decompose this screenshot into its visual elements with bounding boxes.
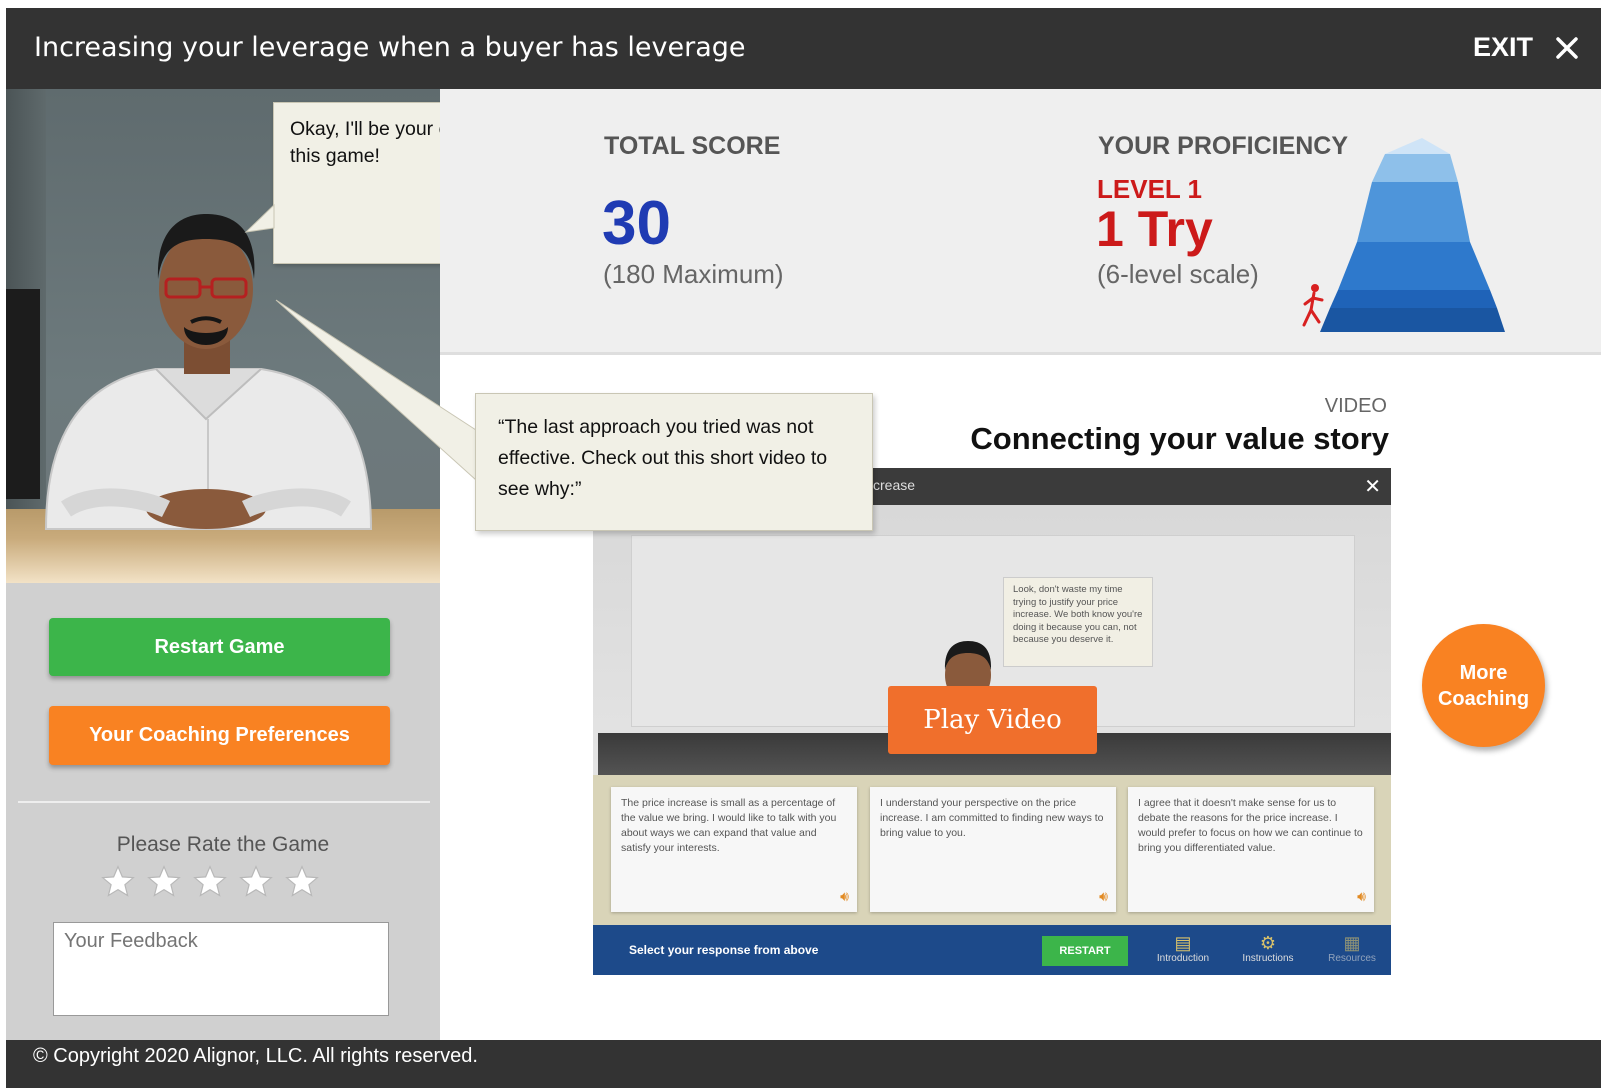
video-player: crease ✕ Look, don't waste my time tryin… — [593, 468, 1391, 975]
game-title: Increasing your leverage when a buyer ha… — [34, 32, 746, 63]
more-coaching-line1: More — [1459, 661, 1508, 684]
buyer-speech: Look, don't waste my time trying to just… — [1003, 577, 1153, 667]
score-maximum: (180 Maximum) — [603, 259, 784, 289]
response-choice-3[interactable]: I agree that it doesn't make sense for u… — [1128, 787, 1374, 912]
coach-speech-feedback: “The last approach you tried was not eff… — [475, 393, 873, 531]
video-close-icon[interactable]: ✕ — [1364, 474, 1381, 499]
score-panel-border — [440, 352, 1601, 355]
proficiency-mountain-icon — [1302, 138, 1505, 332]
tries-count: 1 Try — [1096, 201, 1213, 257]
star-icon[interactable] — [284, 864, 320, 900]
exit-label: EXIT — [1472, 32, 1533, 62]
total-score-label: TOTAL SCORE — [604, 132, 781, 160]
response-choices: The price increase is small as a percent… — [593, 775, 1391, 925]
response-prompt: Select your response from above — [629, 943, 819, 957]
speaker-icon[interactable]: 🔊︎ — [840, 889, 849, 904]
copyright-text: © Copyright 2020 Alignor, LLC. All right… — [33, 1045, 478, 1067]
choice-text: The price increase is small as a percent… — [621, 797, 837, 854]
restart-game-button[interactable]: Restart Game — [49, 618, 390, 676]
exit-button[interactable]: EXIT — [1473, 32, 1579, 63]
footer: © Copyright 2020 Alignor, LLC. All right… — [6, 1040, 1601, 1088]
video-tag: VIDEO — [1324, 395, 1387, 417]
video-restart-button[interactable]: RESTART — [1042, 936, 1128, 966]
response-choice-1[interactable]: The price increase is small as a percent… — [611, 787, 857, 912]
response-choice-2[interactable]: I understand your perspective on the pri… — [870, 787, 1116, 912]
close-icon — [1556, 36, 1578, 59]
speaker-icon[interactable]: 🔊︎ — [1099, 889, 1108, 904]
introduction-icon: ▤ — [1174, 933, 1192, 953]
nav-resources[interactable]: ▦ Resources — [1317, 933, 1387, 964]
star-icon[interactable] — [238, 864, 274, 900]
nav-label: Resources — [1328, 953, 1376, 964]
instructions-icon: ⚙ — [1259, 933, 1277, 953]
more-coaching-line2: Coaching — [1437, 687, 1530, 710]
nav-label: Introduction — [1156, 953, 1210, 964]
total-score-value: 30 — [602, 189, 671, 258]
play-video-button[interactable]: Play Video — [888, 686, 1097, 754]
video-title: Connecting your value story — [970, 421, 1389, 456]
star-icon[interactable] — [100, 864, 136, 900]
choice-text: I agree that it doesn't make sense for u… — [1138, 797, 1363, 854]
nav-label: Instructions — [1242, 953, 1294, 964]
choice-text: I understand your perspective on the pri… — [880, 797, 1104, 839]
coaching-preferences-button[interactable]: Your Coaching Preferences — [49, 706, 390, 765]
proficiency-scale: (6-level scale) — [1097, 259, 1259, 289]
resources-icon: ▦ — [1343, 933, 1361, 953]
star-icon[interactable] — [192, 864, 228, 900]
star-icon[interactable] — [146, 864, 182, 900]
rate-label: Please Rate the Game — [116, 833, 330, 856]
video-bottom-bar: Select your response from above RESTART … — [593, 925, 1391, 975]
video-window-title: crease — [873, 477, 916, 493]
feedback-input[interactable] — [53, 922, 389, 1016]
rating-stars — [100, 864, 320, 900]
nav-instructions[interactable]: ⚙ Instructions — [1233, 933, 1303, 964]
more-coaching-button[interactable]: More Coaching — [1422, 624, 1545, 747]
speaker-icon[interactable]: 🔊︎ — [1357, 889, 1366, 904]
sidebar-divider — [18, 801, 430, 803]
title-bar: Increasing your leverage when a buyer ha… — [6, 8, 1601, 89]
nav-introduction[interactable]: ▤ Introduction — [1148, 933, 1218, 964]
climber-icon — [1302, 284, 1324, 327]
